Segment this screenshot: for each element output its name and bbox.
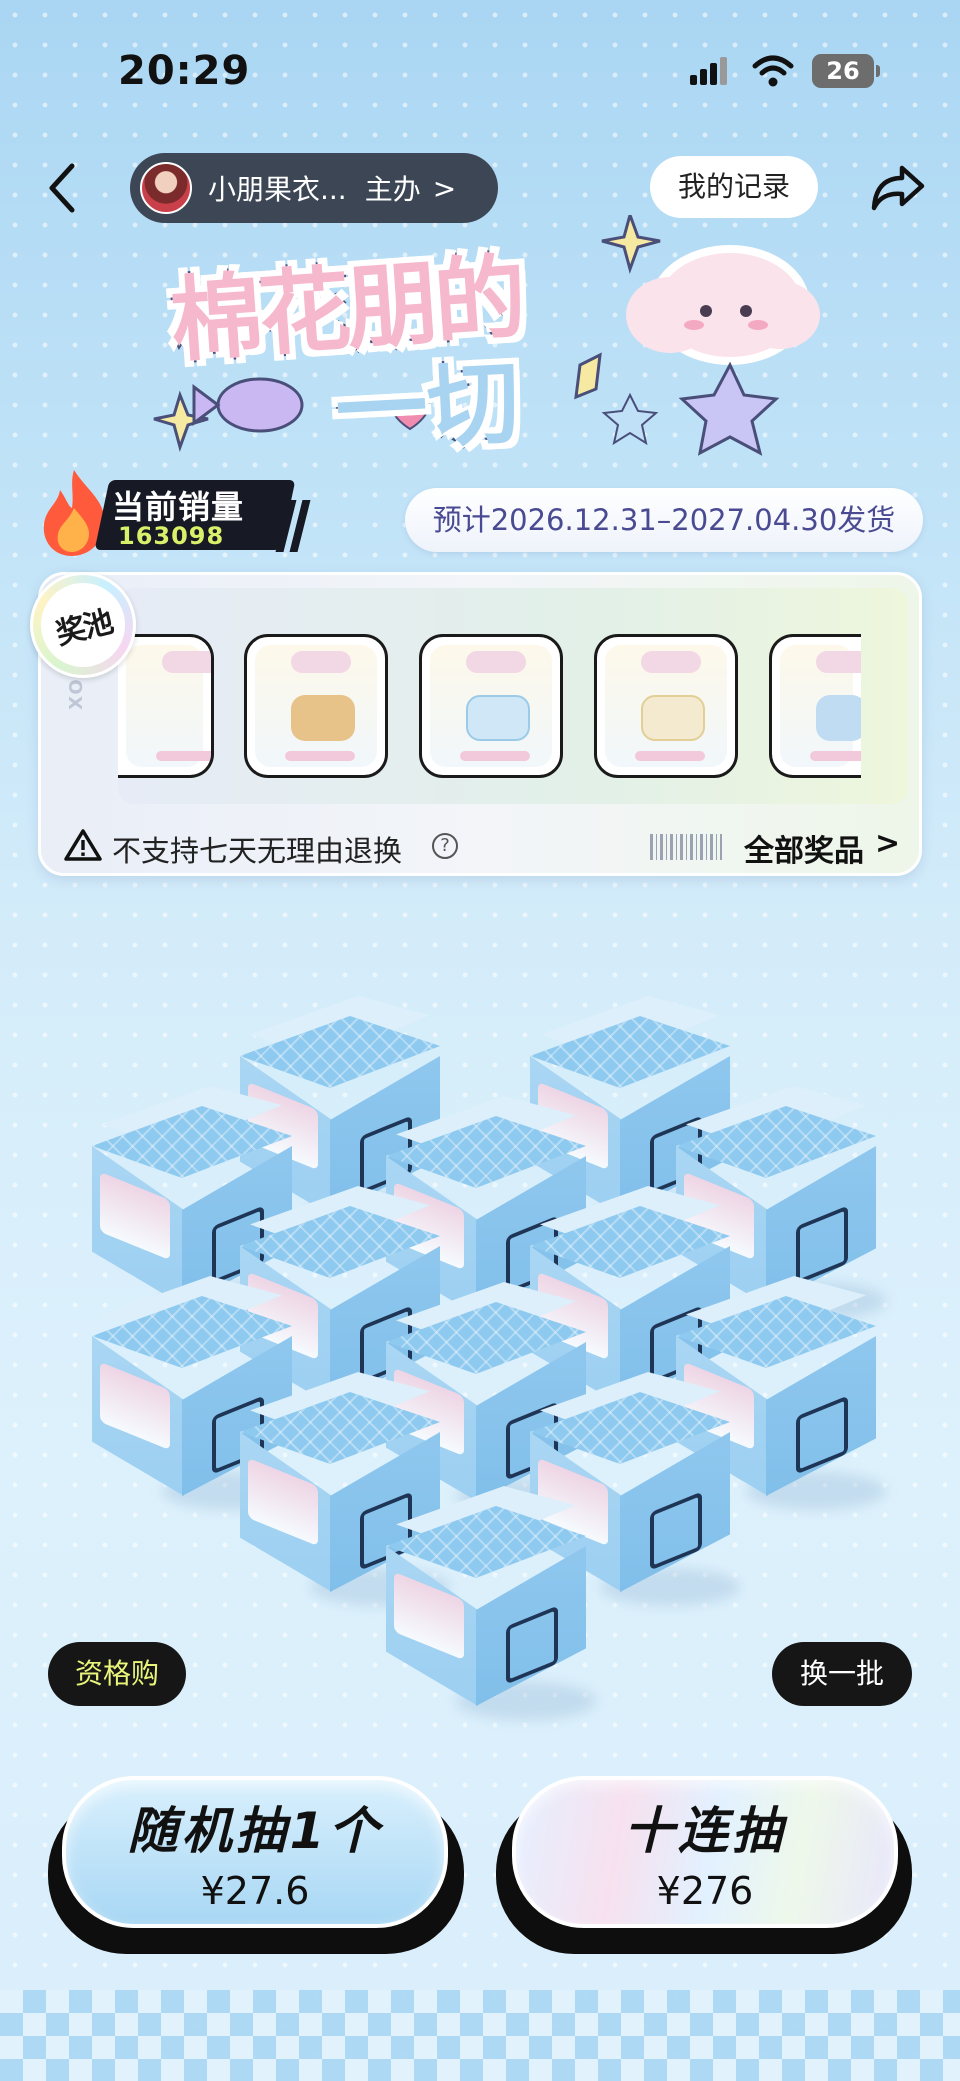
ten-draw-price: ¥276 xyxy=(656,1869,754,1913)
warning-icon xyxy=(64,829,102,861)
single-draw-price: ¥27.6 xyxy=(200,1869,310,1913)
chevron-right-icon[interactable]: > xyxy=(875,826,900,861)
back-icon[interactable] xyxy=(40,160,88,216)
store-name: 小朋果衣... xyxy=(208,173,347,206)
prize-pool-badge-text: 奖池 xyxy=(52,604,116,653)
prize-item xyxy=(641,695,705,741)
help-icon[interactable]: ? xyxy=(432,833,458,859)
battery-icon: 26 xyxy=(812,54,880,88)
prize-card[interactable] xyxy=(594,634,738,778)
blind-box[interactable] xyxy=(386,1486,596,1720)
swap-batch-button[interactable]: 换一批 xyxy=(772,1642,912,1706)
prize-item xyxy=(816,695,861,741)
all-prizes-link[interactable]: 全部奖品 xyxy=(744,826,864,870)
prize-card[interactable] xyxy=(769,634,861,778)
store-role: 主办 xyxy=(364,173,421,206)
ten-draw-button[interactable]: 十连抽 ¥276 xyxy=(512,1776,898,1928)
status-time: 20:29 xyxy=(118,48,251,94)
prize-card[interactable] xyxy=(118,634,214,778)
shipping-date: 预计2026.12.31–2027.04.30发货 xyxy=(405,488,923,552)
share-icon[interactable] xyxy=(868,160,926,216)
barcode-decor xyxy=(650,834,722,860)
prize-item xyxy=(466,695,530,741)
chevron-right-icon: > xyxy=(432,171,457,205)
store-pill[interactable]: 小朋果衣... 主办 > xyxy=(130,153,498,223)
title-line-2: 一切 xyxy=(331,347,524,467)
signal-icon xyxy=(690,57,730,85)
prize-item xyxy=(291,695,355,741)
ten-draw-label: 十连抽 xyxy=(624,1802,786,1860)
no-return-notice: 不支持七天无理由退换 xyxy=(112,834,403,868)
my-records-button[interactable]: 我的记录 xyxy=(650,156,818,218)
prize-pool-badge: 奖池 xyxy=(30,572,136,678)
checker-footer-decor xyxy=(0,1990,960,2081)
single-draw-label: 随机抽1个 xyxy=(127,1802,383,1860)
single-draw-button[interactable]: 随机抽1个 ¥27.6 xyxy=(62,1776,448,1928)
cloud-mascot xyxy=(626,245,820,365)
wifi-icon xyxy=(752,55,794,87)
title-logo: 棉花朋的 一切 xyxy=(150,215,830,475)
prize-card[interactable] xyxy=(244,634,388,778)
qualification-buy-button[interactable]: 资格购 xyxy=(48,1642,186,1706)
sales-count: 163098 xyxy=(118,522,225,550)
prize-card[interactable] xyxy=(419,634,563,778)
avatar xyxy=(140,162,192,214)
